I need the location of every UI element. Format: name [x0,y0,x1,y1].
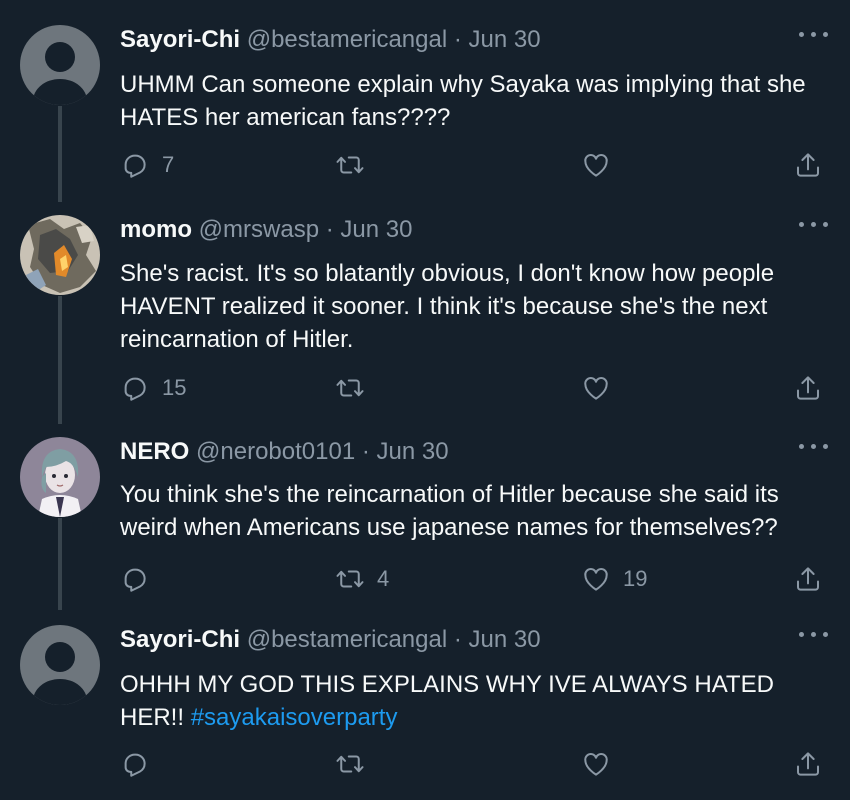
tweet-text: UHMM Can someone explain why Sayaka was … [120,68,835,134]
reply-button[interactable]: 7 [120,147,174,183]
retweet-icon [336,379,364,397]
reply-button[interactable]: 15 [120,370,186,406]
more-icon[interactable] [797,627,831,643]
heart-icon [584,377,608,400]
reply-icon [124,753,146,777]
more-icon[interactable] [797,439,831,455]
like-button[interactable] [581,147,623,183]
avatar-nero[interactable] [20,437,100,517]
tweet-text: OHHH MY GOD THIS EXPLAINS WHY IVE ALWAYS… [120,668,835,734]
avatar-momo[interactable] [20,215,100,295]
retweet-count: 4 [377,566,390,591]
avatar-default[interactable] [20,25,100,105]
retweet-button[interactable] [335,746,377,782]
reply-icon [124,154,146,178]
retweet-button[interactable] [335,147,377,183]
avatar-default[interactable] [20,625,100,705]
share-button[interactable] [793,561,823,597]
share-icon [797,376,819,400]
tweet-text-content: She's racist. It's so blatantly obvious,… [120,260,775,353]
user-handle[interactable]: @nerobot0101 [196,438,355,465]
reply-count: 15 [162,375,187,400]
retweet-button[interactable]: 4 [335,561,389,597]
hashtag-link[interactable]: #sayakaisoverparty [191,704,398,731]
reply-button[interactable] [120,746,162,782]
tweet-text-content: UHMM Can someone explain why Sayaka was … [120,71,806,131]
reply-icon [124,568,146,592]
user-handle[interactable]: @bestamericangal [247,626,447,653]
tweet-header: Sayori-Chi @bestamericangal · Jun 30 [120,625,541,655]
tweet-header: momo @mrswasp · Jun 30 [120,215,412,245]
retweet-icon [336,156,364,174]
like-button[interactable] [581,370,623,406]
display-name[interactable]: NERO [120,438,189,465]
separator: · [453,626,462,653]
share-icon [797,752,819,776]
tweet-date[interactable]: Jun 30 [377,438,449,465]
display-name[interactable]: Sayori-Chi [120,26,240,53]
reply-button[interactable] [120,561,162,597]
user-handle[interactable]: @mrswasp [199,216,319,243]
share-button[interactable] [793,746,823,782]
retweet-button[interactable] [335,370,377,406]
tweet-text-content: You think she's the reincarnation of Hit… [120,481,779,541]
tweet-date[interactable]: Jun 30 [469,26,541,53]
retweet-icon [336,570,364,588]
share-button[interactable] [793,370,823,406]
more-icon[interactable] [797,27,831,43]
heart-icon [584,154,608,177]
like-button[interactable]: 19 [581,561,647,597]
display-name[interactable]: momo [120,216,192,243]
separator: · [325,216,334,243]
retweet-icon [336,755,364,773]
heart-icon [584,753,608,776]
display-name[interactable]: Sayori-Chi [120,626,240,653]
more-icon[interactable] [797,217,831,233]
share-icon [797,567,819,591]
tweet-date[interactable]: Jun 30 [340,216,412,243]
share-button[interactable] [793,147,823,183]
tweet-text: You think she's the reincarnation of Hit… [120,478,835,544]
share-icon [797,153,819,177]
reply-icon [124,377,146,401]
tweet-actions [0,746,850,782]
separator: · [361,438,370,465]
tweet-header: Sayori-Chi @bestamericangal · Jun 30 [120,25,541,55]
separator: · [453,26,462,53]
tweet-actions: 15 [0,370,850,406]
tweet-text: She's racist. It's so blatantly obvious,… [120,257,835,356]
reply-count: 7 [162,152,175,177]
like-count: 19 [623,566,648,591]
tweet-thread: Sayori-Chi @bestamericangal · Jun 30 UHM… [0,0,850,800]
tweet-actions: 7 [0,147,850,183]
tweet-actions: 4 19 [0,561,850,597]
user-handle[interactable]: @bestamericangal [247,26,447,53]
tweet-header: NERO @nerobot0101 · Jun 30 [120,437,449,467]
heart-icon [584,568,608,591]
like-button[interactable] [581,746,623,782]
tweet-date[interactable]: Jun 30 [469,626,541,653]
